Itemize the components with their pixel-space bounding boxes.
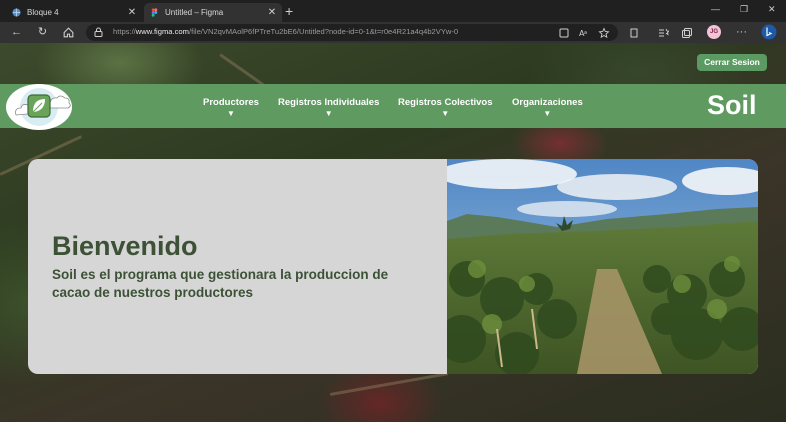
- back-icon[interactable]: ←: [10, 26, 23, 39]
- address-bar[interactable]: https://www.figma.com/file/VN2qvMAolP6fP…: [86, 24, 618, 41]
- read-aloud-icon[interactable]: Aa: [578, 27, 590, 39]
- browser-tab-bar: Bloque 4 ✕ Untitled – Figma ✕ + — ❐ ✕: [0, 0, 786, 22]
- new-tab-button[interactable]: +: [285, 3, 293, 19]
- app-available-icon[interactable]: [558, 27, 570, 39]
- more-menu-icon[interactable]: ···: [735, 26, 748, 39]
- nav-organizaciones[interactable]: Organizaciones ▼: [512, 97, 583, 118]
- caret-down-icon: ▼: [324, 109, 333, 118]
- nav-label: Organizaciones: [512, 97, 583, 108]
- tab-title: Untitled – Figma: [165, 8, 224, 17]
- favorites-icon[interactable]: [657, 27, 669, 39]
- figma-icon: [151, 8, 158, 17]
- soil-logo[interactable]: [6, 84, 72, 130]
- favorite-star-icon[interactable]: [598, 27, 610, 39]
- welcome-heading: Bienvenido: [52, 231, 198, 261]
- nav-label: Registros Colectivos: [398, 97, 493, 108]
- minimize-icon[interactable]: —: [711, 4, 720, 14]
- cacao-plantation-photo: [447, 159, 758, 374]
- welcome-card: Bienvenido Soil es el programa que gesti…: [28, 159, 758, 374]
- nav-label: Productores: [203, 97, 259, 108]
- page-background: Cerrar Sesion Productores ▼ Registros In…: [0, 43, 786, 422]
- profile-avatar[interactable]: JG: [707, 25, 721, 39]
- caret-down-icon: ▼: [543, 109, 552, 118]
- lock-icon: [94, 27, 103, 37]
- browser-tab[interactable]: Bloque 4 ✕: [6, 3, 142, 22]
- caret-down-icon: ▼: [227, 109, 235, 118]
- leaf-icon: [15, 88, 71, 126]
- url-text: https://www.figma.com/file/VN2qvMAolP6fP…: [113, 27, 459, 36]
- nav-registros-individuales[interactable]: Registros Individuales ▼: [278, 97, 379, 118]
- extension-icon[interactable]: [628, 27, 640, 39]
- brand-title: Soil: [707, 90, 757, 120]
- close-tab-icon[interactable]: ✕: [266, 7, 278, 18]
- welcome-text-panel: Bienvenido Soil es el programa que gesti…: [28, 159, 447, 374]
- welcome-description: Soil es el programa que gestionara la pr…: [52, 267, 389, 300]
- collections-icon[interactable]: [681, 27, 693, 39]
- refresh-icon[interactable]: ↻: [36, 26, 49, 39]
- browser-toolbar: ← ↻ https://www.figma.com/file/VN2qvMAol…: [0, 22, 786, 43]
- tab-title: Bloque 4: [27, 8, 59, 17]
- browser-tab-active[interactable]: Untitled – Figma ✕: [144, 3, 282, 22]
- home-icon[interactable]: [62, 26, 75, 39]
- caret-down-icon: ▼: [441, 109, 450, 118]
- bing-copilot-icon[interactable]: [761, 24, 777, 40]
- background-branch: [329, 372, 449, 396]
- nav-registros-colectivos[interactable]: Registros Colectivos ▼: [398, 97, 493, 118]
- restore-icon[interactable]: ❐: [740, 4, 748, 15]
- svg-text:a: a: [584, 30, 587, 36]
- top-navbar: Productores ▼ Registros Individuales ▼ R…: [0, 84, 786, 130]
- globe-icon: [12, 8, 21, 17]
- nav-label: Registros Individuales: [278, 97, 380, 108]
- logout-button[interactable]: Cerrar Sesion: [697, 54, 767, 71]
- window-close-icon[interactable]: ✕: [768, 4, 776, 15]
- nav-productores[interactable]: Productores ▼: [203, 97, 259, 118]
- close-tab-icon[interactable]: ✕: [126, 7, 138, 18]
